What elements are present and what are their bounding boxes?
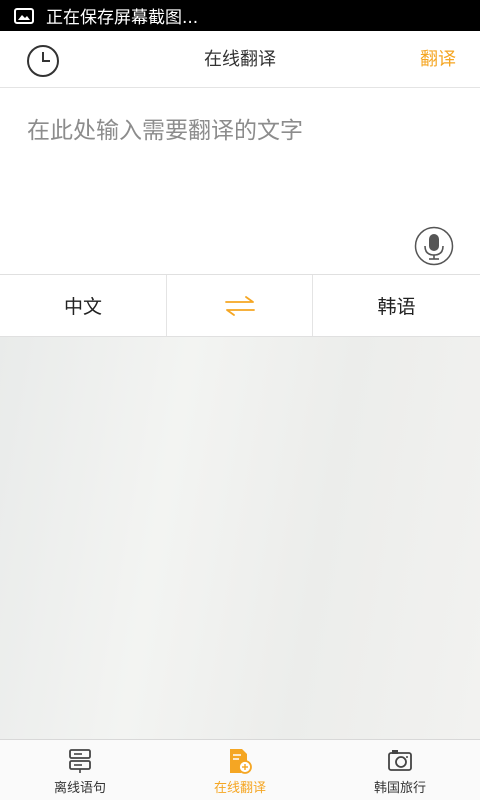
source-language-button[interactable]: 中文	[0, 275, 167, 336]
phrasebook-icon	[69, 749, 91, 773]
nav-item-online-translate[interactable]: 在线翻译	[160, 740, 320, 800]
app-header: 在线翻译 翻译	[0, 31, 480, 88]
page-title: 在线翻译	[204, 49, 276, 70]
nav-label: 离线语句	[53, 781, 106, 796]
source-text-input[interactable]	[27, 118, 457, 144]
screenshot-icon	[14, 7, 34, 24]
translation-result-area	[0, 337, 480, 739]
nav-label: 在线翻译	[213, 781, 266, 796]
swap-languages-button[interactable]	[167, 275, 313, 336]
bottom-navigation: 离线语句 在线翻译 韩国旅行	[0, 739, 480, 800]
nav-item-korea-travel[interactable]: 韩国旅行	[320, 740, 480, 800]
nav-item-offline-phrases[interactable]: 离线语句	[0, 740, 160, 800]
status-bar: 正在保存屏幕截图...	[0, 0, 480, 31]
language-selector: 中文 韩语	[0, 274, 480, 337]
translate-button[interactable]: 翻译	[420, 31, 456, 88]
camera-icon	[388, 750, 412, 771]
translate-doc-icon	[230, 749, 252, 774]
target-language-button[interactable]: 韩语	[313, 275, 480, 336]
microphone-icon[interactable]	[414, 226, 454, 266]
status-notification-text: 正在保存屏幕截图...	[46, 8, 199, 28]
swap-arrows-icon	[224, 295, 255, 316]
input-panel	[0, 88, 480, 274]
nav-label: 韩国旅行	[373, 781, 426, 796]
